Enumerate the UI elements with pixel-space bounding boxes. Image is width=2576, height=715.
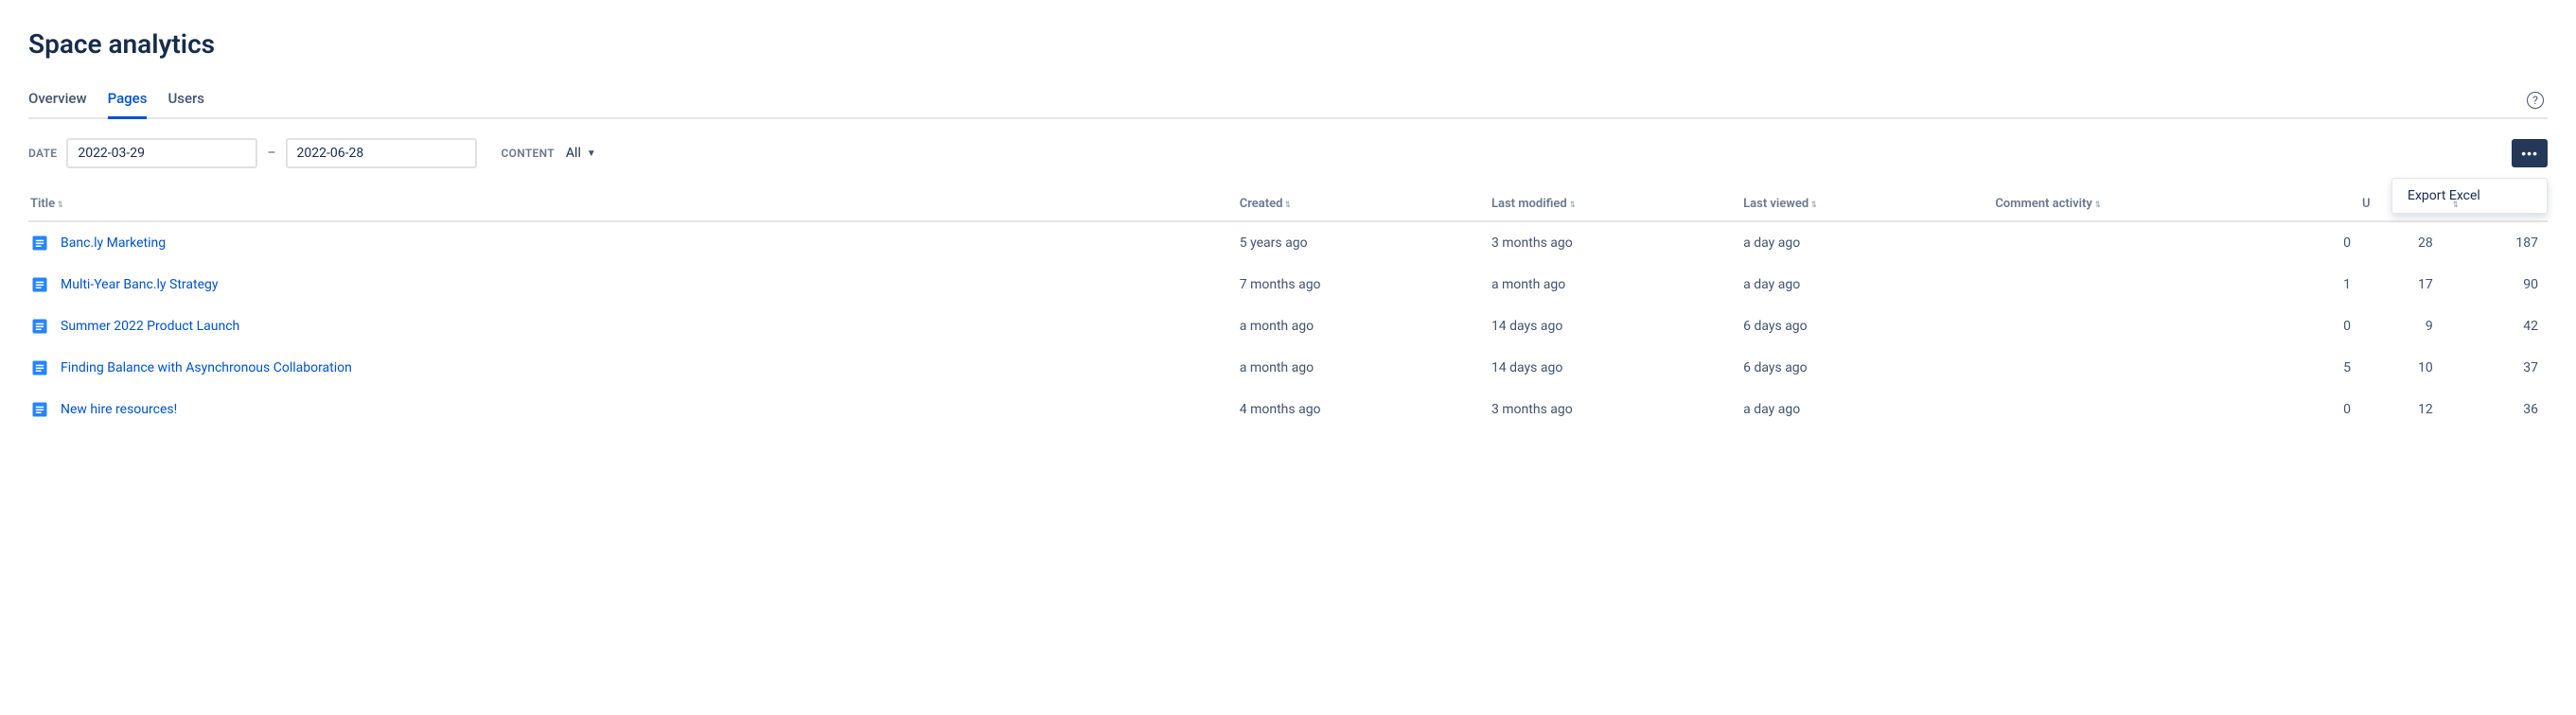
modified-cell: 3 months ago <box>1490 221 1741 264</box>
date-separator: – <box>267 146 275 161</box>
modified-cell: 14 days ago <box>1490 305 1741 347</box>
modified-cell: a month ago <box>1490 264 1741 305</box>
table-row: Multi-Year Banc.ly Strategy 7 months ago… <box>28 264 2548 305</box>
col-created[interactable]: Created⇅ <box>1238 189 1490 221</box>
comment-cell: 0 <box>1993 221 2360 264</box>
sort-icon: ⇅ <box>1811 201 1816 210</box>
col-title-label: Title <box>30 197 55 211</box>
tab-overview[interactable]: Overview <box>28 82 87 119</box>
page-link[interactable]: Banc.ly Marketing <box>61 235 166 251</box>
title-cell: Summer 2022 Product Launch <box>30 317 1228 336</box>
page-title: Space analytics <box>28 28 2548 60</box>
date-label: DATE <box>28 147 57 160</box>
filters-row: DATE – CONTENT All ▼ ••• Export Excel <box>28 138 2548 168</box>
modified-cell: 3 months ago <box>1490 389 1741 430</box>
col-viewed-label: Last viewed <box>1743 197 1808 211</box>
col-users-label: U <box>2362 197 2371 211</box>
col-title[interactable]: Title⇅ <box>28 189 1238 221</box>
comment-cell: 1 <box>1993 264 2360 305</box>
users-cell: 28 <box>2360 221 2443 264</box>
title-cell: Finding Balance with Asynchronous Collab… <box>30 358 1228 377</box>
sort-icon: ⇅ <box>2454 201 2459 210</box>
page-link[interactable]: Finding Balance with Asynchronous Collab… <box>61 360 352 375</box>
tab-users[interactable]: Users <box>168 82 204 119</box>
views-cell: 187 <box>2443 221 2548 264</box>
export-excel-item[interactable]: Export Excel <box>2392 179 2547 213</box>
sort-icon: ⇅ <box>1570 201 1575 210</box>
more-button[interactable]: ••• <box>2512 139 2548 167</box>
filters-left: DATE – CONTENT All ▼ <box>28 138 598 168</box>
analytics-table: Title⇅ Created⇅ Last modified⇅ Last view… <box>28 189 2548 430</box>
viewed-cell: a day ago <box>1741 221 1993 264</box>
chevron-down-icon: ▼ <box>587 148 596 159</box>
table-row: New hire resources! 4 months ago 3 month… <box>28 389 2548 430</box>
views-cell: 37 <box>2443 347 2548 389</box>
users-cell: 17 <box>2360 264 2443 305</box>
table-row: Banc.ly Marketing 5 years ago 3 months a… <box>28 221 2548 264</box>
page-icon <box>30 234 49 253</box>
col-created-label: Created <box>1240 197 1283 211</box>
sort-icon: ⇅ <box>1286 201 1291 210</box>
created-cell: a month ago <box>1238 305 1490 347</box>
comment-cell: 0 <box>1993 389 2360 430</box>
viewed-cell: 6 days ago <box>1741 347 1993 389</box>
help-icon[interactable]: ? <box>2527 92 2544 109</box>
created-cell: 7 months ago <box>1238 264 1490 305</box>
title-cell: Banc.ly Marketing <box>30 234 1228 253</box>
created-cell: a month ago <box>1238 347 1490 389</box>
page-icon <box>30 275 49 294</box>
sort-icon: ⇅ <box>58 201 62 210</box>
content-select[interactable]: All ▼ <box>564 142 598 165</box>
table-row: Summer 2022 Product Launch a month ago 1… <box>28 305 2548 347</box>
more-dropdown: Export Excel <box>2391 178 2548 214</box>
views-cell: 42 <box>2443 305 2548 347</box>
comment-cell: 5 <box>1993 347 2360 389</box>
page-link[interactable]: New hire resources! <box>61 402 177 417</box>
col-comment-label: Comment activity <box>1995 197 2092 211</box>
users-cell: 10 <box>2360 347 2443 389</box>
tabs-bar: Overview Pages Users ? <box>28 82 2548 119</box>
page-icon <box>30 400 49 419</box>
sort-icon: ⇅ <box>2095 201 2100 210</box>
created-cell: 5 years ago <box>1238 221 1490 264</box>
title-cell: New hire resources! <box>30 400 1228 419</box>
col-modified-label: Last modified <box>1491 197 1567 211</box>
tabs: Overview Pages Users <box>28 82 204 117</box>
views-cell: 36 <box>2443 389 2548 430</box>
viewed-cell: 6 days ago <box>1741 305 1993 347</box>
viewed-cell: a day ago <box>1741 389 1993 430</box>
page-link[interactable]: Summer 2022 Product Launch <box>61 319 239 334</box>
users-cell: 9 <box>2360 305 2443 347</box>
views-cell: 90 <box>2443 264 2548 305</box>
page-link[interactable]: Multi-Year Banc.ly Strategy <box>61 277 218 292</box>
viewed-cell: a day ago <box>1741 264 1993 305</box>
table-row: Finding Balance with Asynchronous Collab… <box>28 347 2548 389</box>
content-label: CONTENT <box>502 147 555 160</box>
date-end-input[interactable] <box>286 138 477 168</box>
content-value: All <box>566 146 581 161</box>
col-last-viewed[interactable]: Last viewed⇅ <box>1741 189 1993 221</box>
users-cell: 12 <box>2360 389 2443 430</box>
col-last-modified[interactable]: Last modified⇅ <box>1490 189 1741 221</box>
page-icon <box>30 317 49 336</box>
col-comment-activity[interactable]: Comment activity⇅ <box>1993 189 2360 221</box>
tab-pages[interactable]: Pages <box>108 82 148 119</box>
title-cell: Multi-Year Banc.ly Strategy <box>30 275 1228 294</box>
page-icon <box>30 358 49 377</box>
created-cell: 4 months ago <box>1238 389 1490 430</box>
modified-cell: 14 days ago <box>1490 347 1741 389</box>
date-start-input[interactable] <box>66 138 257 168</box>
comment-cell: 0 <box>1993 305 2360 347</box>
